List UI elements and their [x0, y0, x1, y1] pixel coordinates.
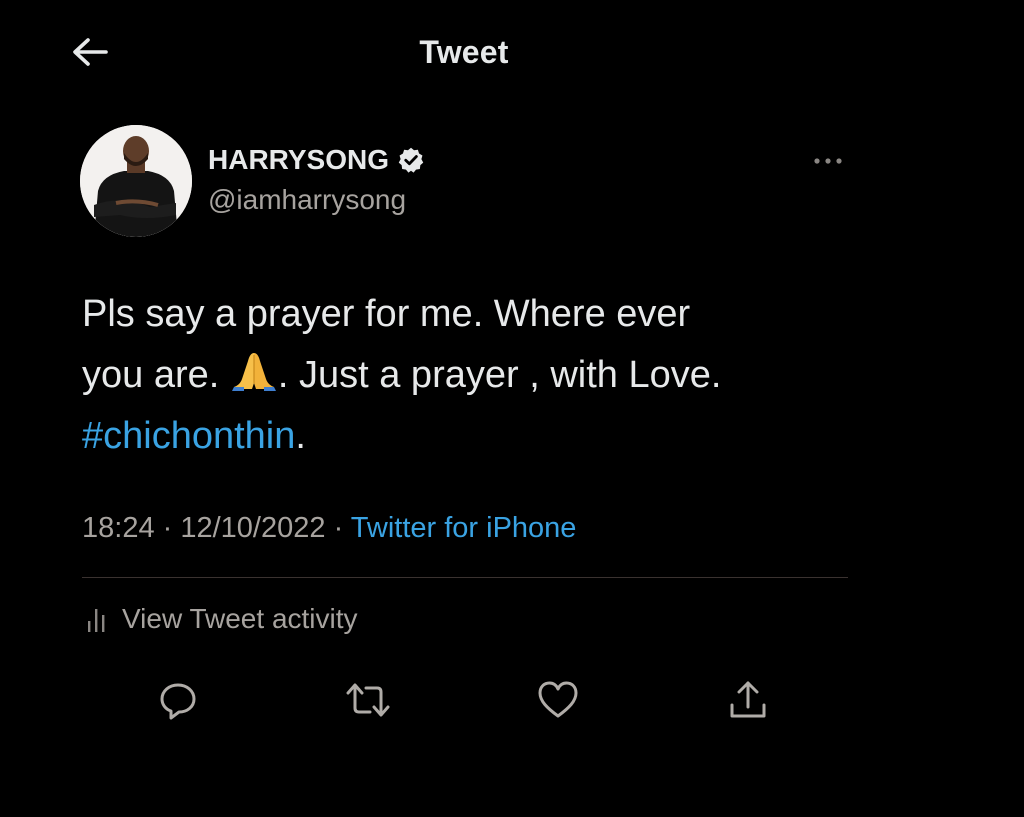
tweet-line-2-start: you are. [82, 354, 230, 396]
tweet-line-1: Pls say a prayer for me. Where ever [82, 293, 691, 335]
more-options-button[interactable] [808, 148, 848, 174]
hashtag-link[interactable]: #chichonthin [82, 415, 295, 457]
display-name-text: HARRYSONG [208, 144, 389, 175]
more-horizontal-icon [814, 158, 842, 164]
reply-icon [160, 683, 196, 720]
meta-separator-2: · [325, 512, 351, 544]
view-tweet-activity-button[interactable]: View Tweet activity [86, 603, 358, 635]
avatar-image [80, 125, 192, 237]
hashtag-trailing-period: . [295, 415, 306, 457]
tweet-line-3: #chichonthin. [82, 406, 862, 467]
tweet-time[interactable]: 18:24 [82, 512, 155, 544]
folded-hands-emoji-icon [231, 353, 276, 391]
verified-badge-icon [398, 147, 424, 173]
tweet-date[interactable]: 12/10/2022 [180, 512, 325, 544]
like-button[interactable] [536, 678, 580, 722]
tweet-source[interactable]: Twitter for iPhone [351, 512, 577, 544]
reply-button[interactable] [156, 678, 200, 722]
activity-label: View Tweet activity [122, 603, 358, 634]
user-handle[interactable]: @iamharrysong [208, 184, 406, 216]
display-name[interactable]: HARRYSONG [208, 144, 425, 176]
retweet-icon [346, 683, 390, 717]
divider [82, 577, 848, 578]
retweet-button[interactable] [346, 678, 390, 722]
page-title: Tweet [419, 34, 509, 70]
avatar[interactable] [80, 125, 192, 237]
tweet-text: Pls say a prayer for me. Where ever you … [82, 284, 862, 467]
share-button[interactable] [726, 678, 770, 722]
heart-icon [538, 681, 578, 718]
tweet-meta: 18:24 · 12/10/2022 · Twitter for iPhone [82, 512, 576, 545]
bar-chart-icon [88, 609, 105, 632]
tweet-line-2: you are. . Just a prayer , with Love. [82, 345, 862, 406]
share-icon [730, 681, 766, 718]
tweet-line-2-end: . Just a prayer , with Love. [277, 354, 722, 396]
meta-separator: · [154, 512, 181, 544]
